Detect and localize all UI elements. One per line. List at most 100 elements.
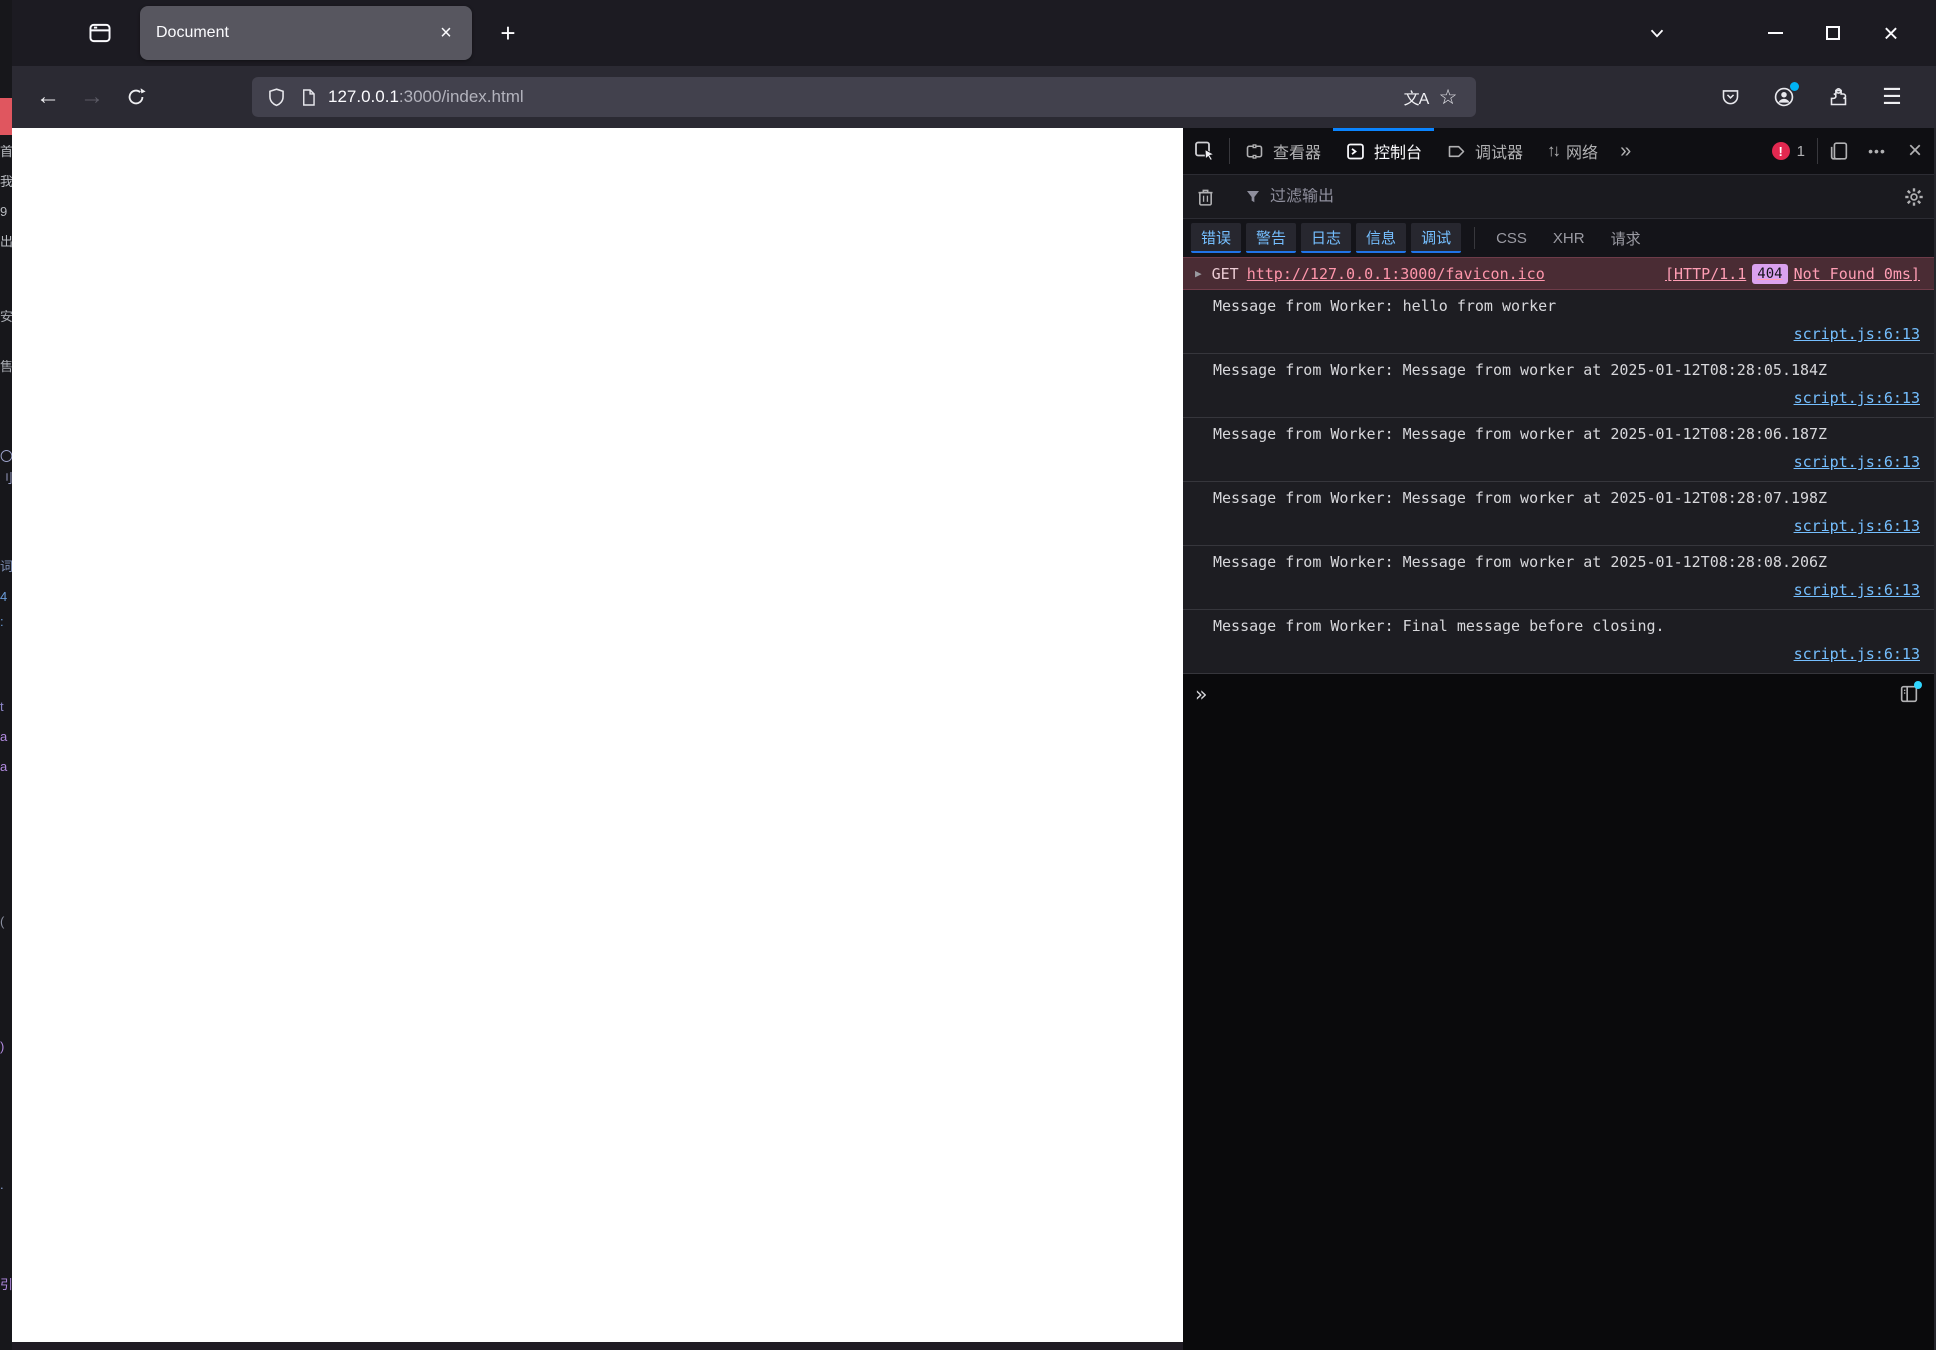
console-message-row: Message from Worker: Final message befor… (1183, 610, 1934, 674)
filter-info-button[interactable]: 信息 (1356, 223, 1407, 253)
more-tabs-button[interactable]: » (1610, 128, 1641, 174)
filter-requests-button[interactable]: 请求 (1611, 228, 1641, 249)
request-method: GET (1211, 264, 1239, 283)
url-domain: 127.0.0.1 (328, 87, 399, 106)
filter-type-group: CSS XHR 请求 (1496, 228, 1641, 249)
separator (1817, 138, 1818, 164)
error-count: 1 (1796, 142, 1805, 160)
gear-icon (1905, 187, 1923, 206)
reload-button[interactable] (118, 79, 154, 115)
debugger-icon (1448, 145, 1465, 157)
filter-errors-button[interactable]: 错误 (1191, 223, 1242, 253)
network-arrows-icon: ↑↓ (1547, 141, 1561, 160)
translate-button[interactable]: 文A (1400, 81, 1432, 113)
browser-tab[interactable]: Document × (140, 6, 472, 60)
minimize-button[interactable] (1746, 5, 1804, 61)
forward-button[interactable]: → (74, 79, 110, 115)
pocket-button[interactable] (1712, 79, 1748, 115)
filter-output-input[interactable] (1270, 187, 1770, 206)
source-location-link[interactable]: script.js:6:13 (1794, 453, 1920, 471)
hamburger-menu-icon: ☰ (1882, 84, 1902, 109)
bookmark-button[interactable]: ☆ (1432, 81, 1464, 113)
firefox-window: Document × + × ← → 127.0.0.1:3000/index.… (12, 0, 1936, 1350)
account-button[interactable] (1766, 79, 1802, 115)
request-status: [HTTP/1.1 404 Not Found 0ms] (1665, 263, 1920, 284)
navigation-toolbar: ← → 127.0.0.1:3000/index.html 文A ☆ ☰ (12, 66, 1936, 128)
new-tab-button[interactable]: + (488, 13, 528, 53)
window-controls: × (1746, 0, 1936, 66)
filter-debug-button[interactable]: 调试 (1411, 223, 1462, 253)
console-message-row: Message from Worker: hello from worker s… (1183, 290, 1934, 354)
devtools-menu-button[interactable]: ••• (1858, 128, 1896, 174)
expand-triangle-icon[interactable]: ▶ (1195, 267, 1202, 280)
page-viewport[interactable] (12, 128, 1183, 1342)
pick-element-button[interactable] (1183, 128, 1227, 174)
status-code-badge: 404 (1752, 263, 1788, 284)
maximize-button[interactable] (1804, 5, 1862, 61)
extensions-button[interactable] (1820, 79, 1856, 115)
error-counter[interactable]: ! 1 (1771, 128, 1815, 174)
filter-warnings-button[interactable]: 警告 (1246, 223, 1297, 253)
console-icon (1347, 143, 1364, 159)
inspector-icon (1246, 143, 1263, 159)
window-bottom-edge (12, 1342, 1183, 1350)
console-filter-buttons: 错误 警告 日志 信息 调试 CSS XHR 请求 (1183, 219, 1934, 257)
console-output: ▶ GET http://127.0.0.1:3000/favicon.ico … (1183, 257, 1934, 1182)
source-location-link[interactable]: script.js:6:13 (1794, 645, 1920, 663)
clear-console-button[interactable] (1183, 186, 1227, 208)
source-location-link[interactable]: script.js:6:13 (1794, 325, 1920, 343)
firefox-view-button[interactable] (74, 11, 126, 55)
maximize-icon (1826, 26, 1840, 40)
pocket-icon (1722, 89, 1738, 104)
translate-icon: 文A (1403, 91, 1430, 108)
tab-network[interactable]: ↑↓ 网络 (1535, 128, 1610, 174)
tab-debugger[interactable]: 调试器 (1434, 128, 1535, 174)
responsive-design-mode-button[interactable] (1820, 128, 1858, 174)
separator (1229, 138, 1230, 164)
screen: 首 我 9 出 安 售 〇 刂 词 4 : t a a ( ) . 引 Docu… (0, 0, 1936, 1350)
console-message-row: Message from Worker: Message from worker… (1183, 546, 1934, 610)
status-suffix: Not Found 0ms] (1793, 264, 1920, 283)
tab-bar: Document × + × (12, 0, 1936, 66)
list-all-tabs-button[interactable] (1634, 13, 1680, 53)
request-url-link[interactable]: http://127.0.0.1:3000/favicon.ico (1247, 265, 1545, 283)
console-empty-area[interactable] (1183, 714, 1934, 1182)
filter-css-button[interactable]: CSS (1496, 230, 1527, 247)
console-input-row[interactable]: » (1183, 674, 1934, 714)
window-close-button[interactable]: × (1862, 5, 1920, 61)
page-info-icon[interactable] (299, 87, 318, 108)
network-error-row[interactable]: ▶ GET http://127.0.0.1:3000/favicon.ico … (1183, 257, 1934, 290)
tab-inspector[interactable]: 查看器 (1232, 128, 1333, 174)
console-message-row: Message from Worker: Message from worker… (1183, 354, 1934, 418)
filter-logs-button[interactable]: 日志 (1301, 223, 1352, 253)
source-location-link[interactable]: script.js:6:13 (1794, 517, 1920, 535)
filter-input-wrap (1232, 187, 1877, 206)
devtools-close-button[interactable]: × (1896, 128, 1934, 174)
tab-inspector-label: 查看器 (1273, 145, 1322, 162)
url-text[interactable]: 127.0.0.1:3000/index.html (328, 87, 1400, 107)
console-message-text: Message from Worker: Final message befor… (1213, 617, 1665, 635)
source-location-link[interactable]: script.js:6:13 (1794, 581, 1920, 599)
console-settings-button[interactable] (1894, 186, 1934, 208)
content-area: 查看器 控制台 调试器 ↑↓ 网络 » ! 1 ••• × 过滤输出 错误 警告… (12, 128, 1936, 1350)
background-window-strip: 首 我 9 出 安 售 〇 刂 词 4 : t a a ( ) . 引 (0, 0, 12, 1350)
shield-permissions-icon[interactable] (266, 87, 287, 108)
reload-icon (128, 88, 146, 105)
notification-dot (1914, 681, 1922, 689)
source-location-link[interactable]: script.js:6:13 (1794, 389, 1920, 407)
firefox-view-icon (89, 23, 111, 43)
tab-console[interactable]: 控制台 (1333, 128, 1435, 174)
puzzle-icon (1830, 87, 1846, 105)
url-path: :3000/index.html (398, 87, 524, 106)
console-message-text: Message from Worker: Message from worker… (1213, 425, 1828, 443)
url-bar[interactable]: 127.0.0.1:3000/index.html 文A ☆ (252, 77, 1476, 117)
inspect-cursor-icon (1195, 141, 1216, 162)
navbar-right-icons: ☰ (1712, 79, 1936, 115)
tab-close-button[interactable]: × (432, 19, 460, 47)
devtools-panel: 查看器 控制台 调试器 ↑↓ 网络 » ! 1 ••• × 过滤输出 错误 警告… (1183, 128, 1936, 1350)
editor-mode-toggle-button[interactable] (1894, 679, 1924, 709)
filter-xhr-button[interactable]: XHR (1553, 230, 1585, 247)
back-button[interactable]: ← (30, 79, 66, 115)
app-menu-button[interactable]: ☰ (1874, 79, 1910, 115)
